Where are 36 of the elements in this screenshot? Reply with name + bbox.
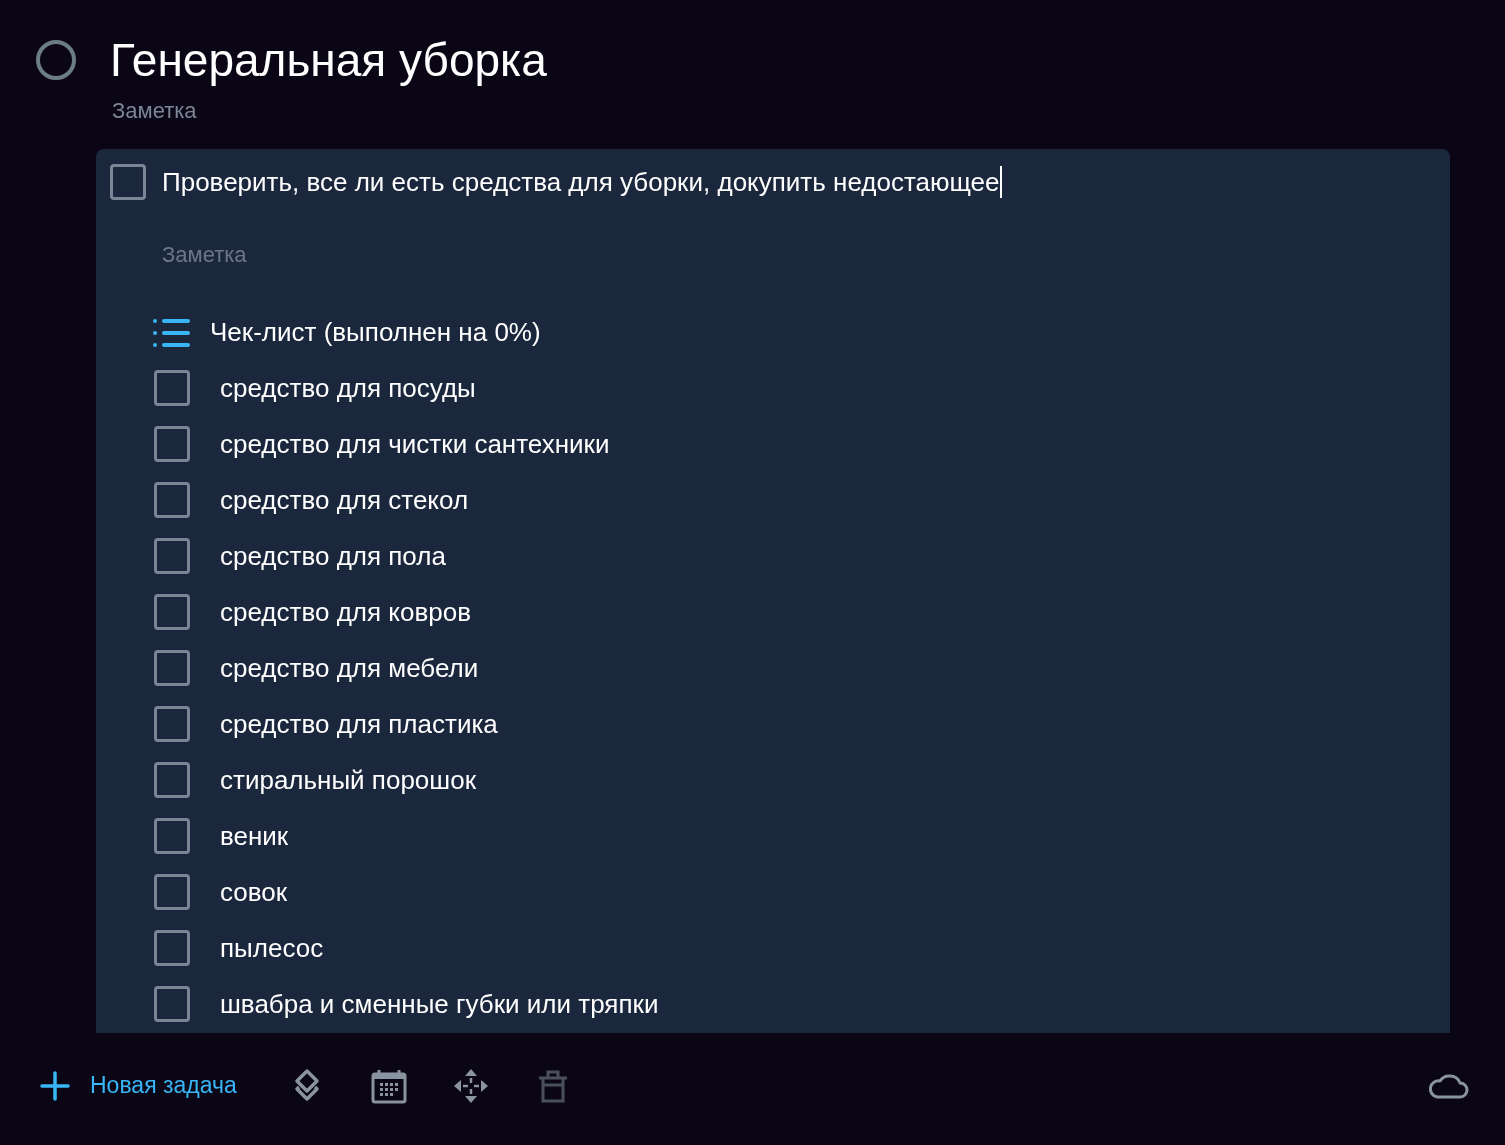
checkbox[interactable] — [154, 370, 190, 406]
checkbox[interactable] — [154, 482, 190, 518]
move-icon[interactable] — [452, 1067, 489, 1104]
checkbox[interactable] — [154, 706, 190, 742]
checklist-item-label: средство для ковров — [220, 595, 471, 629]
checkbox[interactable] — [154, 426, 190, 462]
checklist-item-label: средство для стекол — [220, 483, 469, 517]
checklist-item-label: веник — [220, 819, 289, 853]
checklist-item-label: швабра и сменные губки или тряпки — [220, 987, 659, 1021]
checklist-item-label: средство для пола — [220, 539, 446, 573]
checklist-icon — [152, 317, 190, 348]
checklist-item-label: средство для пластика — [220, 707, 498, 741]
note-field[interactable]: Заметка — [112, 94, 197, 127]
checkbox[interactable] — [154, 538, 190, 574]
task-title: Генеральная уборка — [110, 36, 547, 84]
new-task-button[interactable]: Новая задача — [40, 1068, 237, 1103]
complete-toggle[interactable] — [36, 40, 76, 80]
checkbox[interactable] — [154, 986, 190, 1022]
plus-icon — [40, 1070, 70, 1101]
checkbox[interactable] — [154, 594, 190, 630]
checklist-item-label: пылесос — [220, 931, 324, 965]
calendar-icon[interactable] — [370, 1067, 407, 1104]
checkbox[interactable] — [154, 762, 190, 798]
checklist-item-label: средство для посуды — [220, 371, 476, 405]
checkbox[interactable] — [110, 164, 146, 200]
subtask-title[interactable]: Проверить, все ли есть средства для уборки, докупить недостающее — [162, 165, 1000, 199]
cloud-icon[interactable] — [1427, 1071, 1469, 1100]
checklist-item-label: средство для чистки сантехники — [220, 427, 610, 461]
checkbox[interactable] — [154, 818, 190, 854]
checklist-item-label: средство для мебели — [220, 651, 479, 685]
checkbox[interactable] — [154, 874, 190, 910]
checkbox[interactable] — [154, 650, 190, 686]
checklist-item-label: совок — [220, 875, 288, 909]
checkbox[interactable] — [154, 930, 190, 966]
checklist-item-label: стиральный порошок — [220, 763, 476, 797]
checklist-title: Чек-лист (выполнен на 0%) — [210, 316, 541, 349]
